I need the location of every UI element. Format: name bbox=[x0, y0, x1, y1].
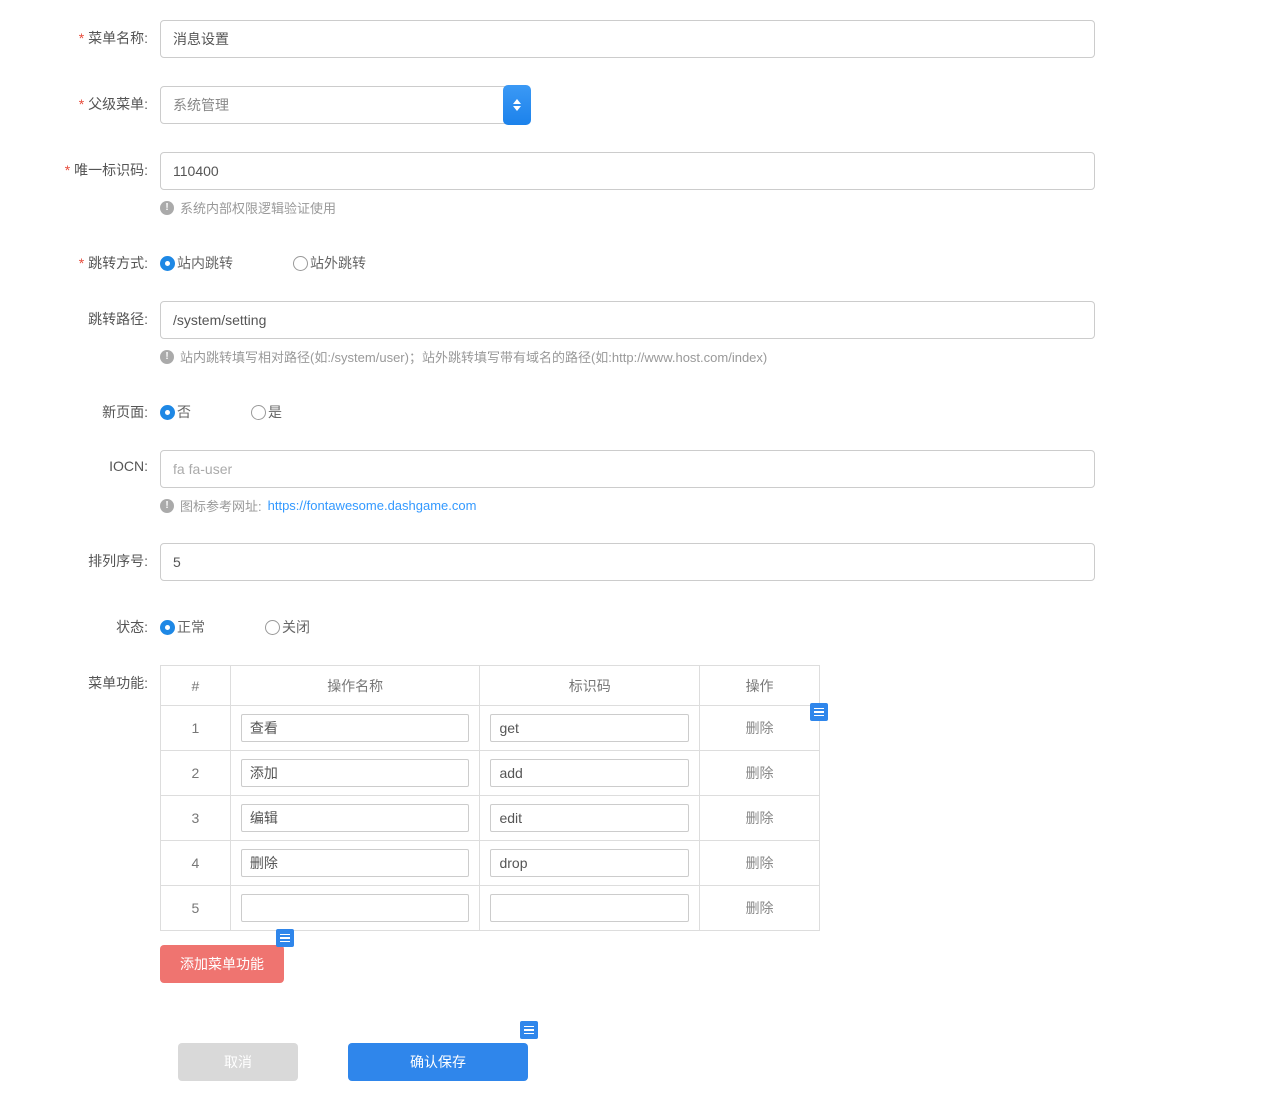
input-jump-path[interactable] bbox=[160, 301, 1095, 339]
label-jump-path: 跳转路径: bbox=[30, 301, 160, 329]
radio-icon bbox=[293, 256, 308, 271]
delete-link[interactable]: 删除 bbox=[746, 810, 774, 826]
label-unique-code: 唯一标识码: bbox=[30, 152, 160, 180]
radio-newpage-no[interactable]: 否 bbox=[160, 402, 191, 422]
cell-num: 1 bbox=[161, 706, 231, 751]
cancel-button[interactable]: 取消 bbox=[178, 1043, 298, 1081]
save-badge-icon[interactable] bbox=[520, 1021, 538, 1039]
input-unique-code[interactable] bbox=[160, 152, 1095, 190]
input-sort-order[interactable] bbox=[160, 543, 1095, 581]
radio-newpage-yes[interactable]: 是 bbox=[251, 402, 282, 422]
label-jump-type: 跳转方式: bbox=[30, 245, 160, 273]
input-op-code[interactable] bbox=[490, 759, 689, 787]
help-jump-path: ! 站内跳转填写相对路径(如:/system/user)；站外跳转填写带有域名的… bbox=[160, 347, 1095, 366]
table-row: 3 删除 bbox=[161, 796, 820, 841]
add-badge-icon[interactable] bbox=[276, 929, 294, 947]
table-badge-icon[interactable] bbox=[810, 703, 828, 721]
action-row: 取消 确认保存 bbox=[178, 1043, 1248, 1081]
cell-num: 2 bbox=[161, 751, 231, 796]
label-new-page: 新页面: bbox=[30, 394, 160, 422]
radio-icon bbox=[160, 405, 175, 420]
input-icon[interactable] bbox=[160, 450, 1095, 488]
label-status: 状态: bbox=[30, 609, 160, 637]
row-menu-name: 菜单名称: bbox=[30, 20, 1248, 58]
radio-icon bbox=[265, 620, 280, 635]
th-code: 标识码 bbox=[480, 666, 700, 706]
select-parent-menu[interactable]: 系统管理 bbox=[160, 86, 530, 124]
label-menu-name: 菜单名称: bbox=[30, 20, 160, 48]
radio-icon bbox=[160, 256, 175, 271]
delete-link[interactable]: 删除 bbox=[746, 765, 774, 781]
label-menu-func: 菜单功能: bbox=[30, 665, 160, 693]
input-op-name[interactable] bbox=[241, 759, 470, 787]
radio-status-closed[interactable]: 关闭 bbox=[265, 617, 310, 637]
th-num: # bbox=[161, 666, 231, 706]
table-row: 4 删除 bbox=[161, 841, 820, 886]
th-name: 操作名称 bbox=[230, 666, 480, 706]
cell-num: 3 bbox=[161, 796, 231, 841]
input-op-code[interactable] bbox=[490, 894, 689, 922]
help-icon: ! 图标参考网址: https://fontawesome.dashgame.c… bbox=[160, 496, 1095, 515]
th-action: 操作 bbox=[700, 666, 820, 706]
row-unique-code: 唯一标识码: ! 系统内部权限逻辑验证使用 bbox=[30, 152, 1248, 217]
input-op-name[interactable] bbox=[241, 849, 470, 877]
func-table: # 操作名称 标识码 操作 1 删除 2 删除 3 删除 4 删除 5 删除 bbox=[160, 665, 820, 931]
input-op-name[interactable] bbox=[241, 894, 470, 922]
cell-num: 5 bbox=[161, 886, 231, 931]
row-status: 状态: 正常 关闭 bbox=[30, 609, 1248, 637]
row-jump-path: 跳转路径: ! 站内跳转填写相对路径(如:/system/user)；站外跳转填… bbox=[30, 301, 1248, 366]
radio-jump-external[interactable]: 站外跳转 bbox=[293, 253, 366, 273]
input-op-name[interactable] bbox=[241, 714, 470, 742]
row-jump-type: 跳转方式: 站内跳转 站外跳转 bbox=[30, 245, 1248, 273]
row-new-page: 新页面: 否 是 bbox=[30, 394, 1248, 422]
row-sort-order: 排列序号: bbox=[30, 543, 1248, 581]
input-menu-name[interactable] bbox=[160, 20, 1095, 58]
add-func-button[interactable]: 添加菜单功能 bbox=[160, 945, 284, 983]
help-unique-code: ! 系统内部权限逻辑验证使用 bbox=[160, 198, 1095, 217]
delete-link[interactable]: 删除 bbox=[746, 900, 774, 916]
label-parent-menu: 父级菜单: bbox=[30, 86, 160, 114]
delete-link[interactable]: 删除 bbox=[746, 855, 774, 871]
info-icon: ! bbox=[160, 499, 174, 513]
delete-link[interactable]: 删除 bbox=[746, 720, 774, 736]
input-op-code[interactable] bbox=[490, 804, 689, 832]
label-icon: IOCN: bbox=[30, 450, 160, 474]
radio-status-normal[interactable]: 正常 bbox=[160, 617, 205, 637]
table-row: 5 删除 bbox=[161, 886, 820, 931]
radio-icon bbox=[160, 620, 175, 635]
save-button[interactable]: 确认保存 bbox=[348, 1043, 528, 1081]
icon-help-link[interactable]: https://fontawesome.dashgame.com bbox=[268, 498, 477, 513]
table-row: 1 删除 bbox=[161, 706, 820, 751]
input-op-code[interactable] bbox=[490, 849, 689, 877]
label-sort-order: 排列序号: bbox=[30, 543, 160, 571]
info-icon: ! bbox=[160, 350, 174, 364]
table-row: 2 删除 bbox=[161, 751, 820, 796]
row-parent-menu: 父级菜单: 系统管理 bbox=[30, 86, 1248, 124]
cell-num: 4 bbox=[161, 841, 231, 886]
row-icon: IOCN: ! 图标参考网址: https://fontawesome.dash… bbox=[30, 450, 1248, 515]
info-icon: ! bbox=[160, 201, 174, 215]
input-op-code[interactable] bbox=[490, 714, 689, 742]
row-menu-func: 菜单功能: # 操作名称 标识码 操作 1 删除 2 删除 3 删除 4 删除 5 删除 添加菜单… bbox=[30, 665, 1248, 983]
input-op-name[interactable] bbox=[241, 804, 470, 832]
radio-jump-internal[interactable]: 站内跳转 bbox=[160, 253, 233, 273]
radio-icon bbox=[251, 405, 266, 420]
